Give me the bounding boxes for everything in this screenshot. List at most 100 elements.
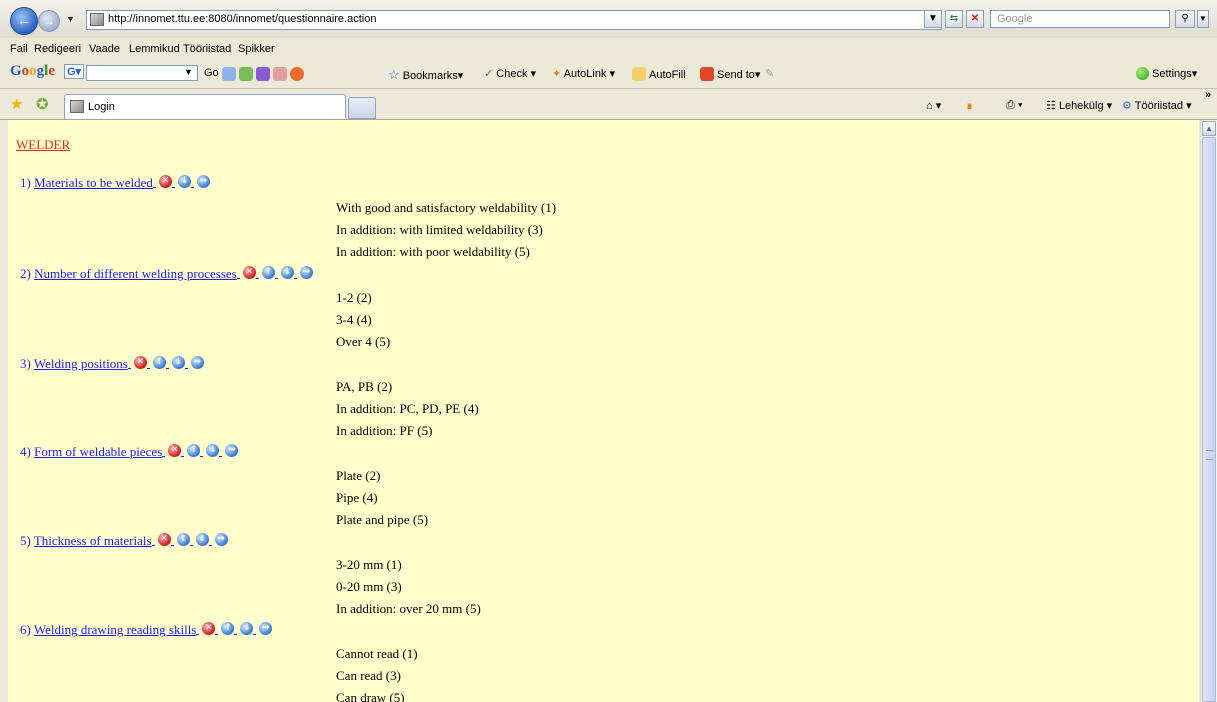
refresh-button[interactable]: ⇆ [945, 10, 963, 28]
answer-option: 0-20 mm (3) [336, 579, 402, 594]
page-title[interactable]: WELDER [16, 137, 70, 153]
question-number: 2) [20, 266, 31, 281]
answer-option: Can read (3) [336, 668, 401, 683]
answer-option: In addition: PC, PD, PE (4) [336, 401, 479, 416]
sendto-button[interactable]: Send to▾ [700, 67, 760, 81]
scroll-grip-icon [1206, 450, 1213, 460]
autofill-icon [632, 67, 646, 81]
menu-edit[interactable]: Redigeeri [34, 43, 81, 55]
edit-icon[interactable]: → [196, 175, 210, 188]
answer-option: In addition: PF (5) [336, 423, 433, 438]
spell-icon[interactable] [290, 67, 304, 81]
question-link[interactable]: Number of different welding processes [34, 266, 237, 281]
edit-icon[interactable]: → [299, 266, 313, 279]
edit-icon[interactable]: → [190, 356, 204, 369]
search-options-button[interactable]: ▼ [1197, 10, 1209, 28]
move-down-icon[interactable]: ↓ [195, 533, 209, 546]
edit-icon[interactable]: → [225, 444, 239, 457]
address-bar[interactable]: http://innomet.ttu.ee:8080/innomet/quest… [86, 10, 942, 30]
question-link[interactable]: Thickness of materials [34, 533, 152, 548]
address-dropdown-button[interactable]: ▼ [924, 10, 942, 28]
page-menu[interactable]: ☷ Lehekülg ▾ [1046, 99, 1112, 112]
toolbar-quick-icons[interactable] [222, 67, 307, 81]
home-button[interactable]: ⌂ ▾ [926, 99, 941, 112]
question-link[interactable]: Welding positions [34, 356, 128, 371]
chevron-more-icon[interactable]: » [1205, 89, 1211, 101]
search-placeholder: Google [997, 13, 1033, 25]
google-search-dropdown-icon[interactable]: ▼ [184, 67, 193, 77]
edit-icon[interactable]: → [214, 533, 228, 546]
history-dropdown-icon[interactable]: ▼ [66, 14, 75, 24]
edit-icon[interactable]: → [259, 622, 273, 635]
vertical-scrollbar[interactable]: ▲ [1200, 120, 1217, 702]
print-button[interactable]: ⎙ ▾ [1006, 99, 1022, 112]
question-link[interactable]: Materials to be welded [34, 175, 153, 190]
answer-option: Cannot read (1) [336, 646, 418, 661]
search-button[interactable]: ⚲ [1175, 10, 1195, 28]
google-menu-button[interactable]: G▾ [64, 64, 85, 79]
feeds-icon[interactable]: ∎ [966, 99, 973, 112]
move-down-icon[interactable]: ↓ [280, 266, 294, 279]
menu-tools[interactable]: Tööriistad [183, 43, 231, 55]
answer-option: Plate (2) [336, 468, 381, 483]
move-down-icon[interactable]: ↓ [240, 622, 254, 635]
move-down-icon[interactable]: ↓ [171, 356, 185, 369]
check-button[interactable]: ✓ Check ▾ [484, 67, 536, 80]
delete-icon[interactable]: ✕ [133, 356, 147, 369]
scroll-up-button[interactable]: ▲ [1202, 121, 1216, 136]
answer-option: Plate and pipe (5) [336, 512, 429, 527]
move-down-icon[interactable]: ↓ [206, 444, 220, 457]
settings-icon [1136, 67, 1149, 80]
back-button[interactable]: ← [10, 7, 38, 35]
menu-favorites[interactable]: Lemmikud [129, 43, 180, 55]
delete-icon[interactable]: ✕ [242, 266, 256, 279]
menu-file[interactable]: Fail [10, 43, 28, 55]
check-label: Check [496, 68, 528, 80]
move-up-icon[interactable]: ↑ [152, 356, 166, 369]
google-search-input[interactable] [86, 65, 198, 81]
google-logo: Google [10, 63, 56, 79]
url-text[interactable]: http://innomet.ttu.ee:8080/innomet/quest… [108, 13, 376, 25]
autolink-button[interactable]: ✦ AutoLink ▾ [552, 67, 615, 80]
question-link[interactable]: Welding drawing reading skills [34, 622, 197, 637]
move-up-icon[interactable]: ↑ [187, 444, 201, 457]
page-icon: ☷ [1046, 100, 1056, 112]
menu-help[interactable]: Spikker [238, 43, 275, 55]
sendto-label: Send to [717, 69, 755, 81]
search-box[interactable]: Google [990, 10, 1170, 28]
popup-blocker-icon[interactable] [273, 67, 287, 81]
highlight-icon[interactable]: ✎ [765, 67, 774, 80]
autofill-button[interactable]: AutoFill [632, 67, 686, 81]
move-up-icon[interactable]: ↑ [261, 266, 275, 279]
menu-view[interactable]: Vaade [89, 43, 120, 55]
move-down-icon[interactable]: ↓ [177, 175, 191, 188]
add-favorite-icon[interactable]: ✪ [36, 95, 49, 113]
settings-button[interactable]: Settings▾ [1136, 67, 1197, 80]
autolink-label: AutoLink [563, 68, 607, 80]
delete-icon[interactable]: ✕ [168, 444, 182, 457]
bookmarks-button[interactable]: ☆ Bookmarks▾ [388, 67, 463, 83]
move-up-icon[interactable]: ↑ [221, 622, 235, 635]
page-favicon-icon [90, 13, 104, 26]
stop-button[interactable]: ✕ [966, 10, 984, 28]
delete-icon[interactable]: ✕ [202, 622, 216, 635]
tab-login[interactable]: Login [64, 94, 346, 119]
spellcheck-icon: ✓ [484, 68, 494, 80]
go-button[interactable]: Go [204, 67, 219, 79]
scroll-thumb[interactable] [1202, 137, 1216, 702]
question-link[interactable]: Form of weldable pieces [34, 444, 162, 459]
magnifier-icon[interactable] [222, 67, 236, 81]
favorites-star-icon[interactable]: ★ [10, 95, 23, 113]
answer-option: In addition: with poor weldability (5) [336, 244, 530, 259]
pagerank-icon[interactable] [256, 67, 270, 81]
move-up-icon[interactable]: ↑ [176, 533, 190, 546]
delete-icon[interactable]: ✕ [158, 175, 172, 188]
forward-button[interactable]: → [38, 10, 60, 32]
delete-icon[interactable]: ✕ [157, 533, 171, 546]
new-tab-button[interactable] [348, 97, 376, 119]
answer-option: PA, PB (2) [336, 379, 393, 394]
tools-menu[interactable]: ⚙ Tööriistad ▾ [1122, 99, 1192, 112]
page-menu-label: Lehekülg [1058, 100, 1104, 112]
news-icon[interactable] [239, 67, 253, 81]
arrow-right-icon: → [43, 14, 55, 28]
